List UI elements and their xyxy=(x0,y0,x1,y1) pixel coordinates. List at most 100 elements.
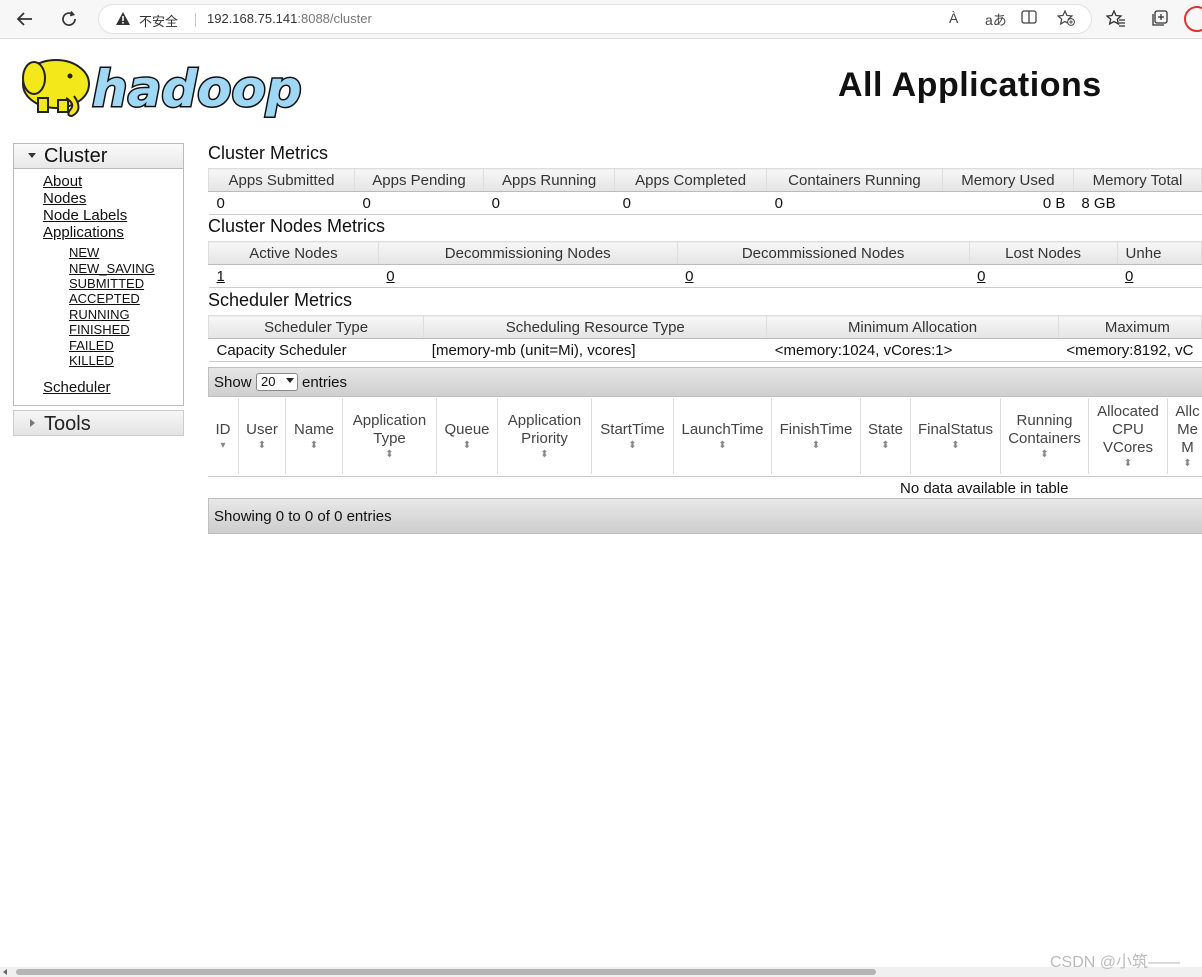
empty-table-message: No data available in table xyxy=(900,480,1069,497)
table-cell: <memory:1024, vCores:1> xyxy=(766,338,1059,362)
scroll-left-icon[interactable] xyxy=(3,969,7,975)
split-screen-icon[interactable] xyxy=(1021,10,1037,27)
sidebar-link-submitted[interactable]: SUBMITTED xyxy=(69,276,144,291)
table-cell[interactable]: 0 xyxy=(969,264,1118,288)
reload-icon[interactable] xyxy=(56,6,82,32)
column-header-label: Queue xyxy=(444,420,490,438)
column-header: Unhe xyxy=(1116,241,1202,265)
horizontal-scrollbar[interactable] xyxy=(0,967,1202,977)
column-header: Memory Used xyxy=(941,168,1074,192)
column-header-label: ID xyxy=(215,420,231,438)
logo-text: hadoop xyxy=(92,60,302,118)
sortable-column-header[interactable]: Application Priority ⬍ xyxy=(498,398,592,474)
column-header-label: Type xyxy=(373,429,406,447)
scheduler-metrics-title: Scheduler Metrics xyxy=(208,290,353,310)
address-bar[interactable]: 不安全 192.168.75.141:8088/cluster À aあ xyxy=(98,4,1092,34)
table-cell[interactable]: 0 xyxy=(677,264,970,288)
sort-both-icon: ⬍ xyxy=(881,439,890,451)
decommissioned-nodes-link[interactable]: 0 xyxy=(685,268,693,285)
column-header-label: User xyxy=(246,420,278,438)
sortable-column-header[interactable]: FinishTime ⬍ xyxy=(772,398,861,474)
page-size-select[interactable]: 20 xyxy=(256,373,298,391)
table-cell: 0 xyxy=(483,191,615,215)
sort-both-icon: ⬍ xyxy=(385,448,394,460)
table-cell: 0 xyxy=(354,191,484,215)
table-info-text: Showing 0 to 0 of 0 entries xyxy=(214,508,392,525)
column-header: Maximum xyxy=(1057,315,1202,339)
scrollbar-thumb[interactable] xyxy=(16,969,876,975)
chevron-down-icon xyxy=(286,378,294,383)
sidebar-link-node-labels[interactable]: Node Labels xyxy=(43,207,127,224)
column-header-label: Name xyxy=(293,420,334,438)
collections-icon[interactable] xyxy=(1148,8,1170,30)
table-cell: 0 B xyxy=(942,191,1074,215)
table-cell: 0 xyxy=(208,191,355,215)
sidebar-tools-panel[interactable]: Tools xyxy=(13,410,184,436)
sidebar-link-killed[interactable]: KILLED xyxy=(69,353,114,368)
column-header-label: Containers xyxy=(1008,429,1081,447)
url-path: :8088/cluster xyxy=(297,11,372,26)
column-header: Apps Submitted xyxy=(208,168,355,192)
column-header: Minimum Allocation xyxy=(766,315,1059,339)
sortable-column-header[interactable]: Queue ⬍ xyxy=(437,398,498,474)
sortable-column-header[interactable]: ID ▾ xyxy=(208,398,239,474)
table-cell: <memory:8192, vC xyxy=(1058,338,1202,362)
sidebar-link-new-saving[interactable]: NEW_SAVING xyxy=(69,261,155,276)
sidebar-link-scheduler[interactable]: Scheduler xyxy=(43,379,111,396)
node-metrics-table: Active Nodes Decommissioning Nodes Decom… xyxy=(208,241,1202,288)
sidebar-link-applications[interactable]: Applications xyxy=(43,224,124,241)
back-icon[interactable] xyxy=(12,6,38,32)
sort-both-icon: ⬍ xyxy=(1183,457,1192,469)
sort-both-icon: ⬍ xyxy=(628,439,637,451)
table-cell[interactable]: 1 xyxy=(208,264,379,288)
sortable-column-header[interactable]: Name ⬍ xyxy=(286,398,343,474)
sortable-column-header[interactable]: Allocated CPU VCores ⬍ xyxy=(1089,398,1168,474)
sidebar-link-new[interactable]: NEW xyxy=(69,245,99,260)
column-header: Apps Pending xyxy=(353,168,485,192)
sidebar-cluster-panel: Cluster About Nodes Node Labels Applicat… xyxy=(13,143,184,406)
column-header: Scheduler Type xyxy=(207,315,425,339)
sortable-column-header[interactable]: Allc Me M ⬍ xyxy=(1168,398,1202,474)
sortable-column-header[interactable]: StartTime ⬍ xyxy=(592,398,674,474)
sortable-column-header[interactable]: Running Containers ⬍ xyxy=(1001,398,1089,474)
column-header-label: State xyxy=(867,420,904,438)
browser-toolbar: 不安全 192.168.75.141:8088/cluster À aあ xyxy=(0,0,1202,39)
sidebar-link-failed[interactable]: FAILED xyxy=(69,338,114,353)
sidebar-link-about[interactable]: About xyxy=(43,173,82,190)
table-cell: 8 GB xyxy=(1073,191,1202,215)
show-label: Show xyxy=(214,374,252,391)
column-header: Memory Total xyxy=(1072,168,1202,192)
favorites-icon[interactable] xyxy=(1105,8,1127,30)
sortable-column-header[interactable]: LaunchTime ⬍ xyxy=(674,398,772,474)
sortable-column-header[interactable]: FinalStatus ⬍ xyxy=(911,398,1001,474)
table-cell[interactable]: 0 xyxy=(1117,264,1202,288)
cluster-label: Cluster xyxy=(44,145,108,167)
translate-icon[interactable]: aあ xyxy=(985,10,1007,30)
cluster-section-header[interactable]: Cluster xyxy=(14,144,183,169)
unhealthy-nodes-link[interactable]: 0 xyxy=(1125,268,1133,285)
column-header: Apps Completed xyxy=(614,168,768,192)
sort-both-icon: ⬍ xyxy=(951,439,960,451)
column-header-label: Running xyxy=(1016,411,1073,429)
sidebar-link-accepted[interactable]: ACCEPTED xyxy=(69,291,140,306)
sortable-column-header[interactable]: Application Type ⬍ xyxy=(343,398,437,474)
sidebar-link-running[interactable]: RUNNING xyxy=(69,307,130,322)
active-nodes-link[interactable]: 1 xyxy=(217,268,225,285)
column-header-label: VCores xyxy=(1102,438,1154,456)
sidebar-link-finished[interactable]: FINISHED xyxy=(69,322,130,337)
sortable-column-header[interactable]: User ⬍ xyxy=(239,398,286,474)
cluster-metrics-title: Cluster Metrics xyxy=(208,143,329,163)
column-header: Decommissioned Nodes xyxy=(676,241,970,265)
warning-icon[interactable] xyxy=(115,11,131,31)
profile-avatar[interactable] xyxy=(1184,6,1202,32)
lost-nodes-link[interactable]: 0 xyxy=(977,268,985,285)
read-aloud-icon[interactable]: À xyxy=(949,10,958,26)
sortable-column-header[interactable]: State ⬍ xyxy=(861,398,911,474)
table-cell[interactable]: 0 xyxy=(378,264,678,288)
insecure-label: 不安全 xyxy=(139,14,179,29)
sort-both-icon: ⬍ xyxy=(309,439,319,451)
sidebar-link-nodes[interactable]: Nodes xyxy=(43,190,86,207)
decommissioning-nodes-link[interactable]: 0 xyxy=(386,268,394,285)
column-header-label: Allocated xyxy=(1097,402,1159,420)
add-favorite-icon[interactable] xyxy=(1056,9,1075,29)
